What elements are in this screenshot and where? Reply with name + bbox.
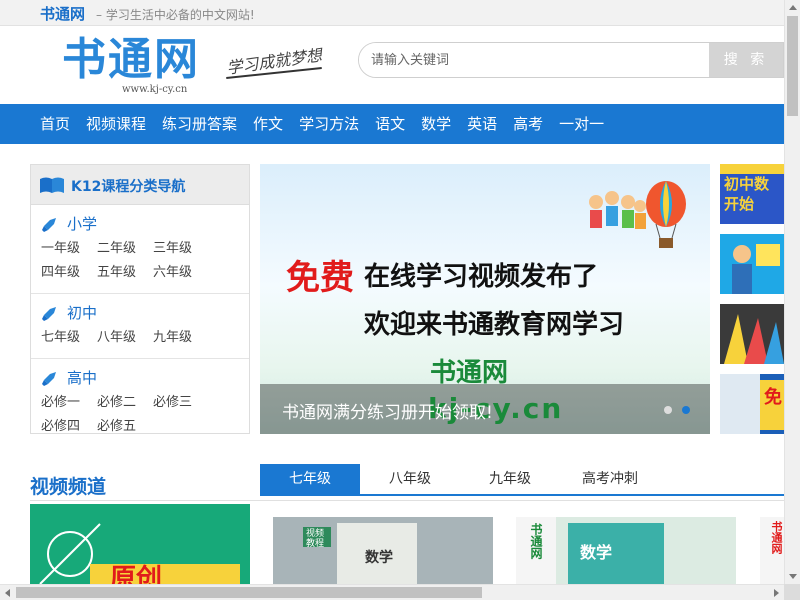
book-icon [40,177,64,193]
grade-link[interactable]: 一年级 [41,237,97,261]
side-thumb-1[interactable]: 初中数 开始 [720,164,784,224]
category-name-senior[interactable]: 高中 [41,365,249,391]
rocket-icon [42,218,56,232]
grade-link[interactable]: 二年级 [97,237,153,261]
banner-caption[interactable]: 书通网满分练习册开始领取! [282,398,493,423]
category-primary: 小学 一年级 二年级 三年级 四年级 五年级 六年级 [31,205,249,294]
rocket-icon [42,372,56,386]
site-logo[interactable]: 书通网 www.kj-cy.cn [62,32,212,98]
tab-grade-7[interactable]: 七年级 [260,464,360,494]
category-label: 小学 [67,215,98,233]
thumb-text: 免 [764,387,782,408]
grade-link[interactable]: 三年级 [153,237,209,261]
grade-link[interactable]: 必修五 [97,415,153,439]
category-junior: 初中 七年级 八年级 九年级 [31,294,249,359]
card-side-text: 书通网 [770,521,783,554]
grade-link[interactable]: 必修三 [153,391,209,415]
carousel-dot-1[interactable] [664,406,672,414]
category-nav-header: K12课程分类导航 [31,165,249,205]
category-nav-panel: K12课程分类导航 小学 一年级 二年级 三年级 四年级 五年级 六年级 初中 七年级八… [30,164,250,434]
nav-item-chinese[interactable]: 语文 [375,104,405,144]
video-feature-card[interactable]: 原创 [30,504,250,588]
grade-list: 一年级 二年级 三年级 四年级 五年级 六年级 [41,237,249,285]
side-thumb-4[interactable]: 免 [720,374,784,434]
grade-link[interactable]: 五年级 [97,261,153,285]
nav-item-gaokao[interactable]: 高考 [513,104,543,144]
vertical-scrollbar[interactable] [784,0,800,584]
tab-underline [260,494,784,496]
grade-link[interactable]: 六年级 [153,261,209,285]
scroll-right-arrow-icon[interactable] [774,589,779,597]
category-nav-title: K12课程分类导航 [71,179,186,195]
grade-link[interactable]: 必修二 [97,391,153,415]
carousel-dot-2[interactable] [682,406,690,414]
tab-grade-8[interactable]: 八年级 [360,464,460,494]
card-book-title: 数学 [580,543,613,562]
grade-link[interactable]: 八年级 [97,326,153,350]
logo-url: www.kj-cy.cn [122,84,188,95]
nav-item-home[interactable]: 首页 [40,104,70,144]
nav-item-composition[interactable]: 作文 [253,104,283,144]
scroll-left-arrow-icon[interactable] [5,589,10,597]
top-site-name[interactable]: 书通网 [40,3,85,24]
card-side-text: 书通网 [529,523,543,559]
grade-link[interactable]: 九年级 [153,326,209,350]
nav-item-video-courses[interactable]: 视频课程 [86,104,146,144]
video-card-1[interactable]: 视频 教程 数学 [273,517,493,588]
pencils-illustration [720,304,784,364]
section-divider [30,500,784,501]
category-label: 初中 [67,304,98,322]
tab-gaokao-sprint[interactable]: 高考冲刺 [560,464,660,494]
grade-list: 必修一 必修二 必修三 必修四 必修五 [41,391,249,439]
banner-free: 免费 [286,258,354,298]
grade-link[interactable]: 必修一 [41,391,97,415]
banner-line2: 欢迎来书通教育网学习 [364,310,625,340]
category-name-junior[interactable]: 初中 [41,300,249,326]
hero-banner[interactable]: 免费 在线学习视频发布了 欢迎来书通教育网学习 书通网 kj-cy.cn 书通网… [260,164,710,434]
grade-link[interactable]: 七年级 [41,326,97,350]
vertical-scroll-thumb[interactable] [787,16,798,116]
nav-item-workbook-answers[interactable]: 练习册答案 [162,104,237,144]
nav-item-study-methods[interactable]: 学习方法 [299,104,359,144]
nav-item-one-on-one[interactable]: 一对一 [559,104,604,144]
teacher-illustration [720,234,784,294]
search-input[interactable] [359,43,709,77]
children-illustration [589,191,646,229]
search-box: 搜 索 [358,42,784,78]
thumb-text: 初中数 开始 [724,175,770,213]
scroll-down-arrow-icon[interactable] [789,574,797,579]
scroll-up-arrow-icon[interactable] [789,5,797,10]
main-nav: 首页 视频课程 练习册答案 作文 学习方法 语文 数学 英语 高考 一对一 [0,104,784,144]
video-card-3[interactable]: 书通网 [760,517,784,588]
rocket-icon [42,307,56,321]
grade-link[interactable]: 四年级 [41,261,97,285]
card-badge: 视频 教程 [306,529,325,549]
card-book-title: 数学 [365,550,393,566]
nav-item-math[interactable]: 数学 [421,104,451,144]
side-thumb-3[interactable] [720,304,784,364]
horizontal-scroll-thumb[interactable] [16,587,482,598]
category-senior: 高中 必修一 必修二 必修三 必修四 必修五 [31,359,249,447]
scrollbar-corner [784,584,800,600]
top-slogan: – 学习生活中必备的中文网站! [96,8,255,22]
hot-air-balloon-icon [646,181,686,248]
tab-grade-9[interactable]: 九年级 [460,464,560,494]
category-label: 高中 [67,369,98,387]
logo-text: 书通网 [62,34,200,85]
header: 书通网 www.kj-cy.cn 学习成就梦想 搜 索 [0,26,784,104]
video-channel-title: 视频频道 [30,476,107,498]
nav-item-english[interactable]: 英语 [467,104,497,144]
horizontal-scrollbar[interactable] [0,584,784,600]
category-name-primary[interactable]: 小学 [41,211,249,237]
grade-list: 七年级 八年级 九年级 [41,326,249,350]
video-card-2[interactable]: 书通网 数学 [516,517,736,588]
banner-line1: 在线学习视频发布了 [364,262,599,292]
grade-link[interactable]: 必修四 [41,415,97,439]
side-thumb-2[interactable] [720,234,784,294]
search-button[interactable]: 搜 索 [709,43,783,77]
math-book-cover [516,517,736,588]
top-strip: 书通网 – 学习生活中必备的中文网站! [0,0,784,26]
